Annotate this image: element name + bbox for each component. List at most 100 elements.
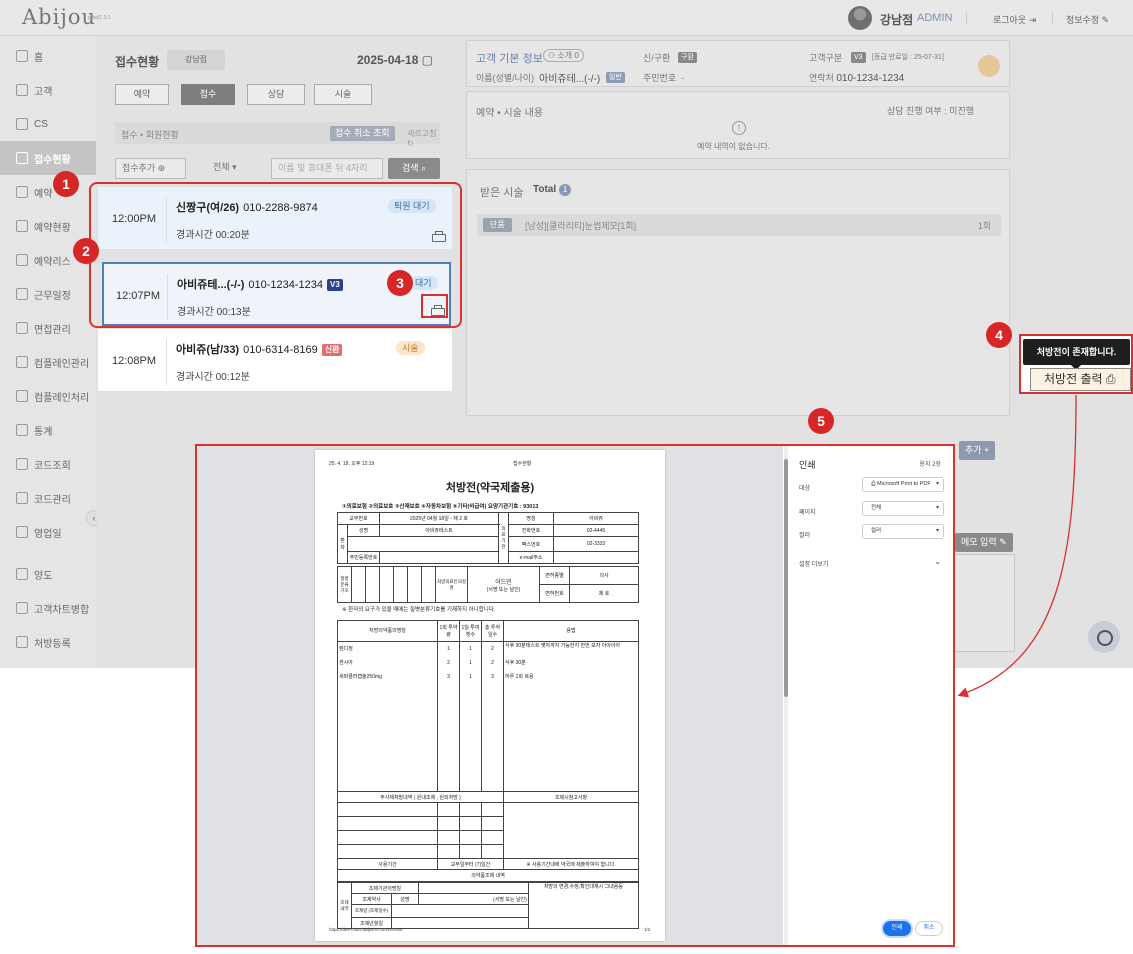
issue-no-value: 2025년 04월 18일 - 제 2 호 — [379, 511, 499, 526]
inst-name-value: 아비쥬 — [553, 511, 639, 526]
tab-reception[interactable]: 접수 — [181, 84, 235, 105]
logout-icon: ⇥ — [1028, 15, 1037, 25]
transfer-icon — [16, 568, 28, 580]
med-header: 1일 투여횟수 — [459, 620, 482, 642]
tab-treatment[interactable]: 시술 — [314, 84, 372, 105]
cancel-button[interactable]: 취소 — [915, 921, 943, 936]
printer-icon: ⎙ — [1105, 372, 1116, 386]
patient-label: 환자 — [337, 524, 348, 564]
grade-tag: V3 — [851, 51, 866, 63]
med-times-col: 1 1 1 — [459, 640, 482, 792]
sidebar-item-business-day[interactable]: 영업일 — [0, 515, 96, 549]
period-value: 교부일부터 (7)일간 — [437, 857, 504, 871]
sidebar-item-schedule[interactable]: 근무일정 — [0, 277, 96, 311]
refresh-button[interactable]: 새로고침 ↻ — [407, 128, 440, 148]
treatment-type-tag: 단품 — [483, 218, 512, 232]
intro-count-button[interactable]: ⚇ 소개 0 — [543, 49, 584, 62]
sidebar-item-complaint-process[interactable]: 컴플레인처리 — [0, 379, 96, 413]
chart-icon — [16, 424, 28, 436]
search-icon: ⌕ — [421, 163, 427, 173]
med-header: 처방의약품의명칭 — [337, 620, 438, 642]
add-reception-button[interactable]: 접수추가 ⊕ — [115, 158, 186, 179]
color-select[interactable]: 컬러 — [862, 524, 944, 539]
patient-institution-table: 교부번호 2025년 04월 18일 - 제 2 호 의료기관 명칭 아비쥬 환자 성명 아… — [337, 511, 639, 565]
pencil-icon: ✎ — [999, 537, 1007, 547]
status-subheader: 접수 • 회원현황 접수 취소 조회 새로고침 ↻ — [115, 122, 440, 148]
tab-consult[interactable]: 상담 — [247, 84, 305, 105]
sidebar-item-transfer[interactable]: 양도 — [0, 557, 96, 591]
pharmacist-label: 조제약사 — [351, 893, 392, 905]
institution-label: 의료기관 — [498, 512, 509, 564]
calendar-icon — [16, 186, 28, 198]
sidebar-item-reception[interactable]: 접수현황 — [0, 141, 96, 175]
preview-scrollbar[interactable] — [784, 446, 788, 945]
disease-doctor-table: 질병분류기호 처방의료인의성명 어드민 (서명 또는 날인) 면허종별 의사 면허… — [337, 566, 639, 603]
print-preview: 25. 4. 18. 오후 12:19 접수현황 처방전(약국제출용) ①의료보… — [197, 446, 783, 945]
color-label: 컬러 — [799, 533, 811, 539]
sidebar-item-stats[interactable]: 통계 — [0, 413, 96, 447]
memo-input-button[interactable]: 메모 입력 ✎ — [955, 533, 1013, 552]
tab-reservation[interactable]: 예약 — [115, 84, 169, 105]
filter-select[interactable]: 전체 ▾ — [207, 158, 266, 179]
sidebar-item-code-lookup[interactable]: 코드조회 — [0, 447, 96, 481]
inst-name-label: 명칭 — [508, 511, 554, 526]
search-button[interactable]: 검색 ⌕ — [388, 158, 440, 179]
edit-info-link[interactable]: 정보수정 ✎ — [1066, 13, 1109, 26]
divider — [1052, 12, 1053, 24]
logout-link[interactable]: 로그아웃 ⇥ — [993, 13, 1036, 26]
name-label: 이름(성별/나이) — [476, 73, 535, 83]
grade-label: 고객구분 — [809, 53, 843, 63]
card-name: 아비쥬(남/33) 010-6314-8169 신환 — [176, 341, 343, 357]
calendar-icon — [16, 526, 28, 538]
prescription-icon — [16, 636, 28, 648]
sidebar-item-label: 접수현황 — [34, 154, 71, 166]
sidebar-item-prescription[interactable]: 처방등록 — [0, 625, 96, 659]
destination-select[interactable]: ⎙ Microsoft Print to PDF — [862, 477, 944, 492]
fax-label: 팩스번호 — [508, 536, 554, 552]
cancel-lookup-button[interactable]: 접수 취소 조회 — [330, 126, 395, 141]
scrollbar-thumb[interactable] — [784, 459, 788, 697]
reception-card[interactable]: 12:08PM 아비쥬(남/33) 010-6314-8169 신환 시술 경과시간… — [97, 328, 453, 392]
chat-button[interactable] — [1088, 621, 1120, 653]
sidebar-item-home[interactable]: 홈 — [0, 39, 96, 73]
print-button[interactable]: 인쇄 — [883, 921, 911, 936]
memo-area[interactable] — [953, 554, 1015, 652]
print-title: 인쇄 — [799, 460, 816, 470]
injection-label: 주사제처방내역 ( 원내조제 , 원외처방 ) — [337, 790, 504, 804]
page-count: 용지 2장 — [919, 462, 941, 468]
sidebar-item-chart-merge[interactable]: 고객차트병합 — [0, 591, 96, 625]
plus-circle-icon: ⊕ — [157, 163, 166, 173]
sidebar-item-code-manage[interactable]: 코드관리 — [0, 481, 96, 515]
sidebar-item-label: 처방등록 — [34, 638, 71, 650]
sidebar-item-label: 양도 — [34, 570, 53, 582]
document-icon — [16, 118, 28, 130]
home-icon — [16, 50, 28, 62]
sidebar-item-customer[interactable]: 고객 — [0, 73, 96, 107]
print-dialog: 25. 4. 18. 오후 12:19 접수현황 처방전(약국제출용) ①의료보… — [195, 444, 955, 947]
add-button[interactable]: 추가 + — [959, 441, 996, 460]
fax-value: 02-3333 — [553, 536, 639, 552]
app-logo[interactable]: Abijou — [22, 5, 96, 29]
period-note: ※ 사용기간내에 약국에 제출하여야 합니다. — [503, 857, 639, 871]
face-icon — [16, 356, 28, 368]
hierarchy-icon — [16, 492, 28, 504]
sidebar-item-reservation[interactable]: 예약 — [0, 175, 96, 209]
treatment-total: Total 1 — [533, 184, 572, 196]
disease-label: 질병분류기호 — [337, 566, 352, 603]
prescription-print-button[interactable]: 처방전 출력 ⎙ — [1030, 368, 1131, 391]
name-value: 아비쥬테...(-/-) — [539, 74, 601, 85]
more-settings-toggle[interactable]: 설정 더보기 — [799, 559, 828, 568]
page-footer-url: https://dev-chart.abijemr.com/receive — [329, 927, 403, 932]
period-label: 사용기간 — [337, 857, 438, 871]
search-input[interactable]: 이름 및 휴대폰 뒤 4자리 — [271, 158, 383, 179]
date-picker[interactable]: 2025-04-18 ▢ — [357, 53, 433, 67]
chevron-down-icon[interactable]: ⌄ — [934, 557, 941, 566]
marker-5: 5 — [808, 408, 834, 434]
sidebar-item-complaint-manage[interactable]: 컴플레인관리 — [0, 345, 96, 379]
sidebar-item-label: 예약현황 — [34, 222, 71, 234]
sidebar-item-interview[interactable]: 면접관리 — [0, 311, 96, 345]
sidebar-item-cs[interactable]: CS — [0, 107, 96, 141]
treatment-row[interactable]: 단품 [남성][클라리티]눈썹제모[1회] 1회 — [477, 214, 1001, 236]
pages-select[interactable]: 전체 — [862, 501, 944, 516]
sidebar-item-label: 예약리스 — [34, 256, 71, 268]
